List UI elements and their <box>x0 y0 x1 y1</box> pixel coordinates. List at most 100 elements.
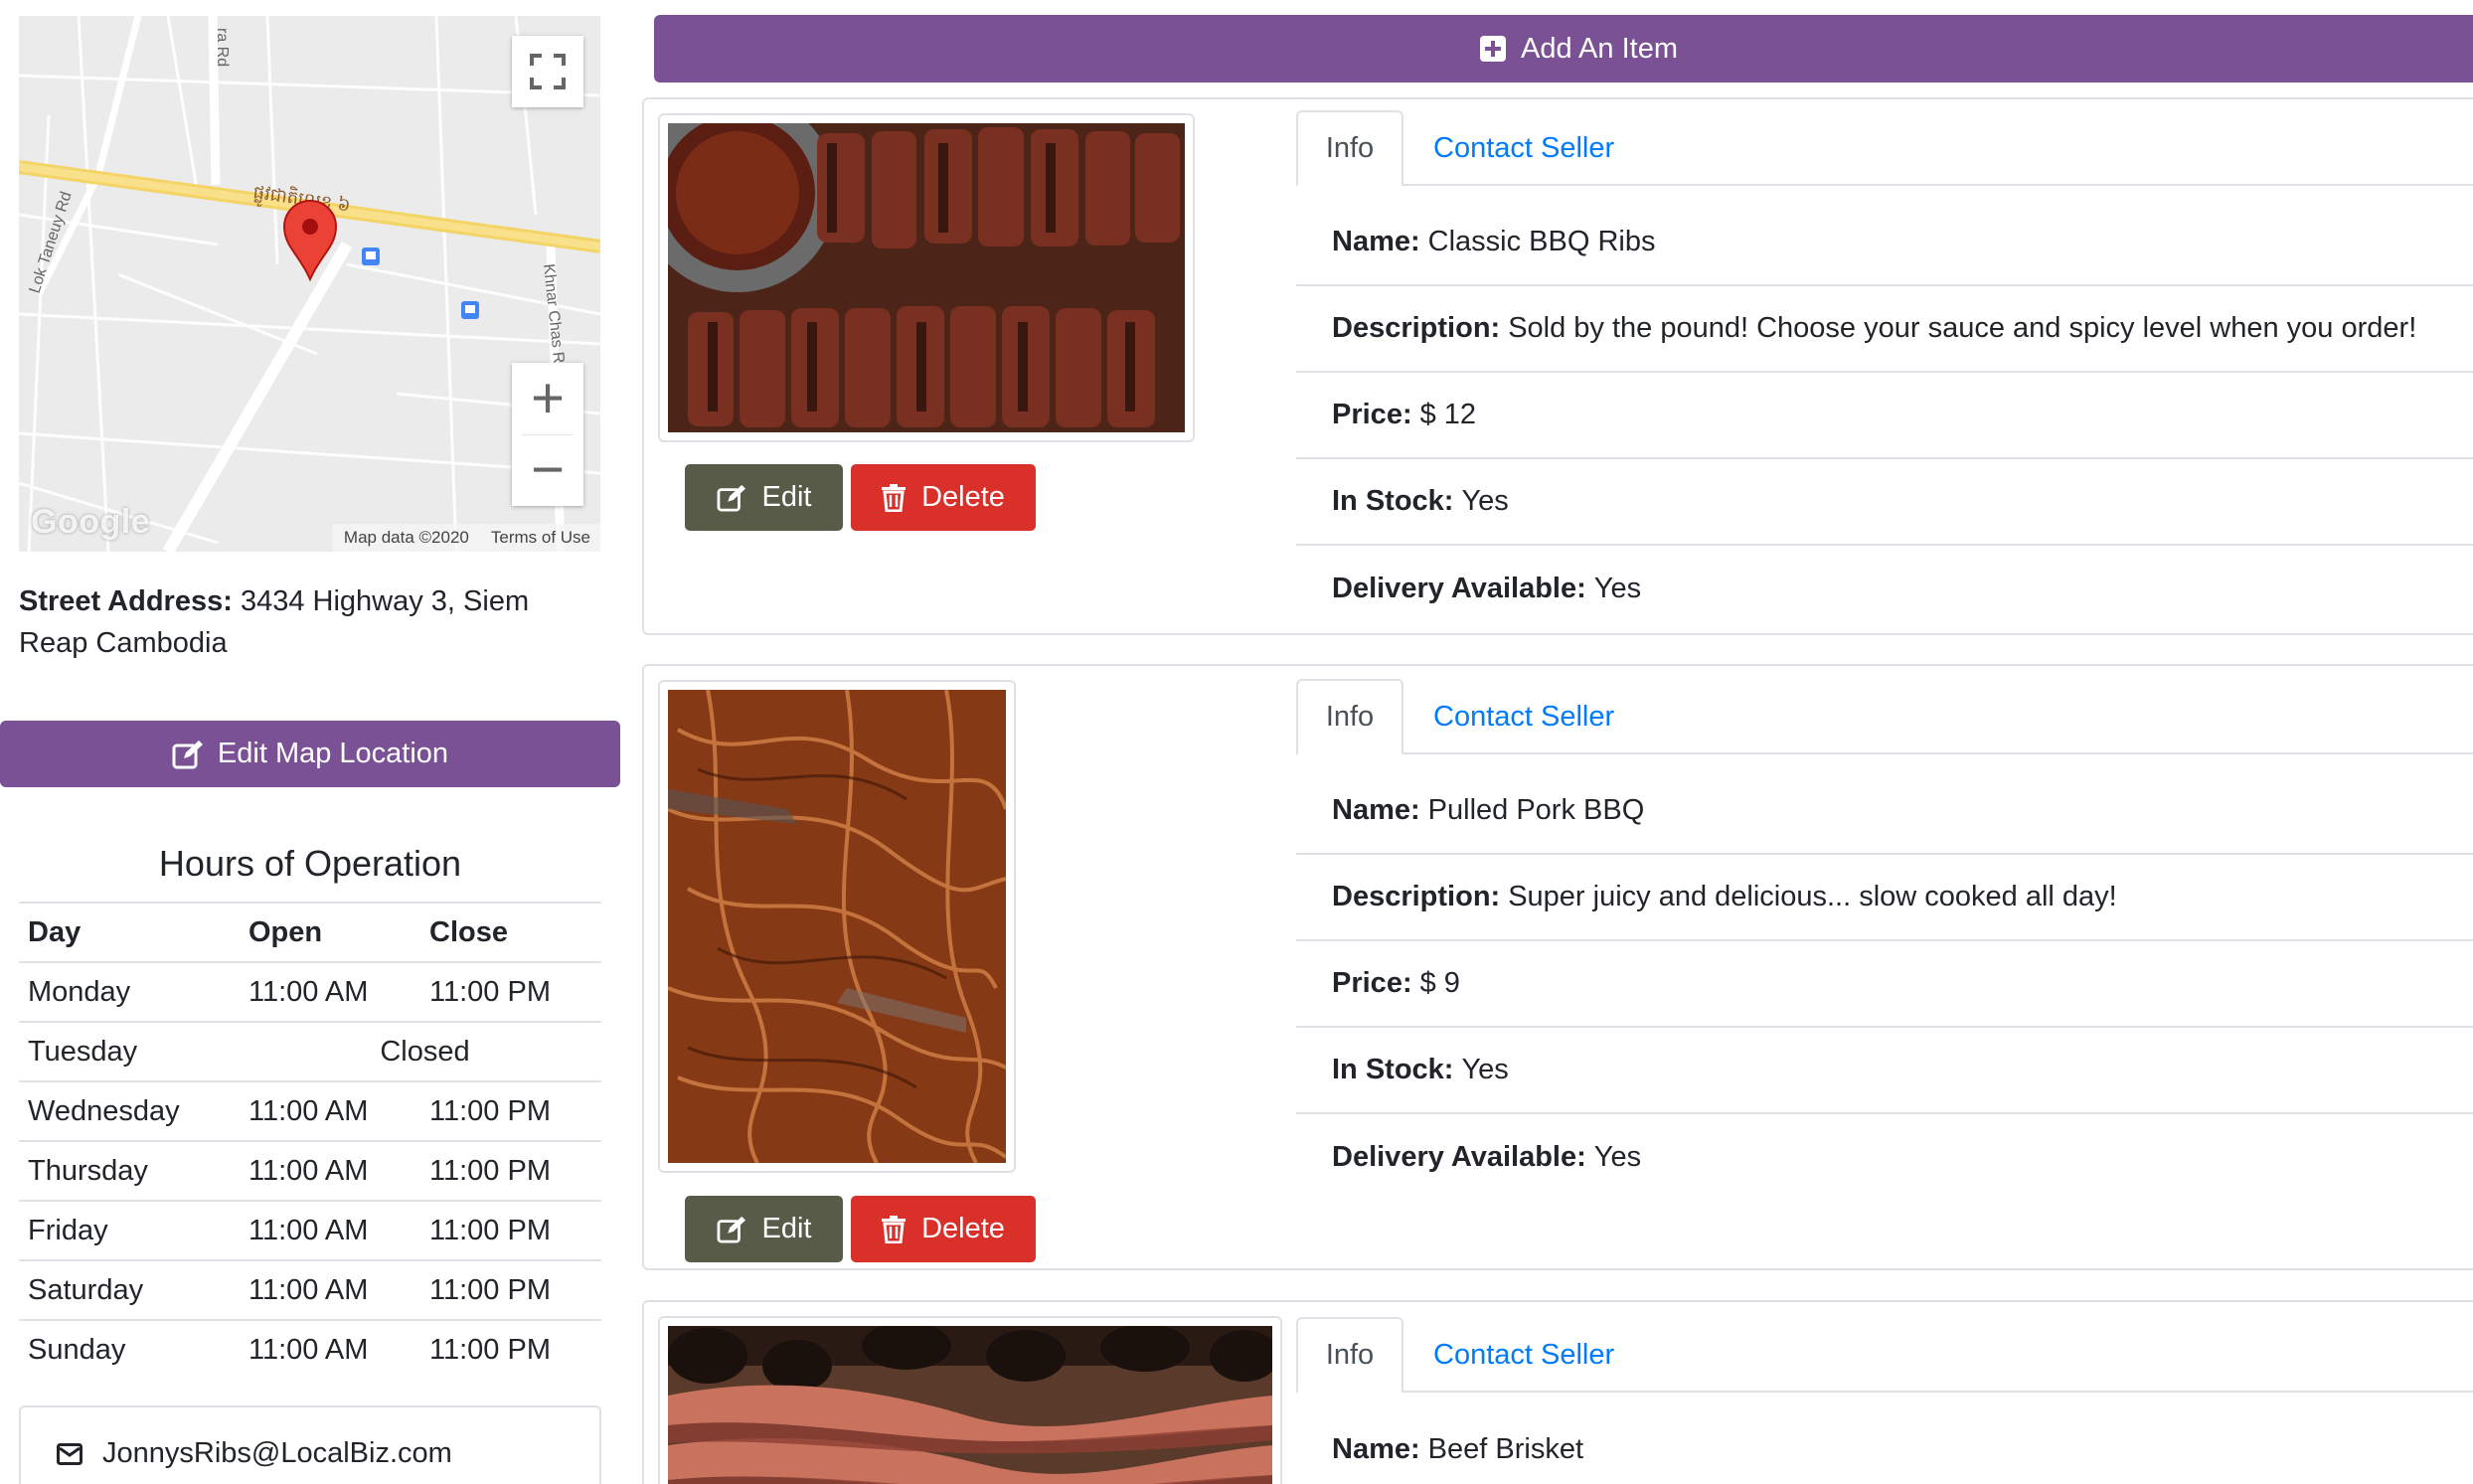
item-name-row: Name: Classic BBQ Ribs <box>1296 200 2473 286</box>
open-cell: 11:00 AM <box>240 1259 420 1320</box>
item-info: Name: Pulled Pork BBQ Description: Super j… <box>1296 768 2473 1201</box>
edit-map-location-label: Edit Map Location <box>217 738 449 769</box>
envelope-icon <box>57 1443 82 1465</box>
map-data-label: Map data ©2020 <box>343 528 469 547</box>
tab-contact-seller[interactable]: Contact Seller <box>1433 1317 1614 1393</box>
bus-stop-icon <box>362 247 380 265</box>
edit-map-location-button[interactable]: Edit Map Location <box>0 721 620 787</box>
item-name: Pulled Pork BBQ <box>1427 794 1645 826</box>
item-in-stock: Yes <box>1461 485 1509 517</box>
google-logo: Google <box>31 503 151 541</box>
edit-item-button[interactable]: Edit <box>685 1196 843 1262</box>
add-item-button[interactable]: Add An Item <box>654 15 2473 82</box>
table-row: Saturday 11:00 AM 11:00 PM <box>19 1259 601 1320</box>
item-tabs: Info Contact Seller <box>1296 1317 2473 1394</box>
open-cell: 11:00 AM <box>240 1140 420 1201</box>
item-price-row: Price: $ 9 <box>1296 941 2473 1028</box>
price-label: Price: <box>1332 399 1412 430</box>
item-info: Name: Beef Brisket <box>1296 1406 2473 1484</box>
day-cell: Thursday <box>19 1140 240 1201</box>
delivery-label: Delivery Available: <box>1332 1141 1586 1173</box>
item-description-row: Description: Super juicy and delicious...… <box>1296 855 2473 941</box>
zoom-controls: + − <box>512 363 583 506</box>
close-cell: 11:00 PM <box>420 1259 601 1320</box>
tab-contact-seller[interactable]: Contact Seller <box>1433 679 1614 754</box>
edit-item-button[interactable]: Edit <box>685 464 843 531</box>
table-row: Thursday 11:00 AM 11:00 PM <box>19 1140 601 1201</box>
day-cell: Tuesday <box>19 1021 240 1081</box>
brisket-image <box>668 1322 1279 1484</box>
day-cell: Monday <box>19 961 240 1022</box>
day-cell: Wednesday <box>19 1080 240 1141</box>
delete-label: Delete <box>921 481 1005 513</box>
delete-item-button[interactable]: Delete <box>851 1196 1036 1262</box>
tab-info[interactable]: Info <box>1296 110 1403 187</box>
terms-link[interactable]: Terms of Use <box>491 528 590 548</box>
email-link[interactable]: JonnysRibs@LocalBiz.com <box>102 1437 452 1470</box>
pulled-pork-image <box>667 689 1008 1164</box>
tab-contact-seller[interactable]: Contact Seller <box>1433 110 1614 186</box>
item-description: Sold by the pound! Choose your sauce and… <box>1508 312 2417 344</box>
street-address-label: Street Address: <box>19 585 233 617</box>
edit-label: Edit <box>761 1213 812 1244</box>
item-in-stock-row: In Stock: Yes <box>1296 1028 2473 1114</box>
name-label: Name: <box>1332 794 1420 826</box>
table-row: Monday 11:00 AM 11:00 PM <box>19 961 601 1022</box>
name-label: Name: <box>1332 1433 1420 1465</box>
add-item-label: Add An Item <box>1521 32 1678 65</box>
item-delivery-row: Delivery Available: Yes <box>1296 1114 2473 1201</box>
item-tabs: Info Contact Seller <box>1296 110 2473 187</box>
open-cell: 11:00 AM <box>240 961 420 1022</box>
map[interactable]: ra Rd Lok Taneuy Rd Khnar Chas R ផ្លូវជា… <box>19 16 600 552</box>
close-cell: 11:00 PM <box>420 1080 601 1141</box>
item-price: $ 12 <box>1419 399 1477 430</box>
item-name-row: Name: Beef Brisket <box>1296 1406 2473 1484</box>
email-card: JonnysRibs@LocalBiz.com <box>19 1405 601 1484</box>
column-header-day: Day <box>19 902 240 962</box>
close-cell: 11:00 PM <box>420 1200 601 1260</box>
item-name: Beef Brisket <box>1427 1433 1583 1465</box>
plus-square-icon <box>1480 36 1506 62</box>
trash-icon <box>882 1215 907 1243</box>
item-description: Super juicy and delicious... slow cooked… <box>1508 881 2117 912</box>
tab-info[interactable]: Info <box>1296 679 1403 755</box>
price-label: Price: <box>1332 967 1412 999</box>
tab-info[interactable]: Info <box>1296 1317 1403 1394</box>
item-delivery: Yes <box>1593 573 1642 604</box>
item-tabs: Info Contact Seller <box>1296 679 2473 755</box>
table-row: Wednesday 11:00 AM 11:00 PM <box>19 1080 601 1141</box>
zoom-out-button[interactable]: − <box>512 435 583 507</box>
open-cell: 11:00 AM <box>240 1319 420 1380</box>
description-label: Description: <box>1332 881 1501 912</box>
table-row: Sunday 11:00 AM 11:00 PM <box>19 1319 601 1380</box>
closed-cell: Closed <box>240 1021 601 1081</box>
road-label: ra Rd <box>214 28 231 67</box>
zoom-in-button[interactable]: + <box>512 363 583 434</box>
delivery-label: Delivery Available: <box>1332 573 1586 604</box>
item-delivery-row: Delivery Available: Yes <box>1296 546 2473 632</box>
name-label: Name: <box>1332 226 1420 257</box>
map-attribution: Map data ©2020 Terms of Use <box>331 524 600 552</box>
item-name: Classic BBQ Ribs <box>1427 226 1656 257</box>
table-header-row: Day Open Close <box>19 902 601 962</box>
edit-icon <box>717 484 745 512</box>
column-header-open: Open <box>240 902 420 962</box>
item-image-frame <box>658 1316 1282 1484</box>
edit-icon <box>717 1216 745 1243</box>
open-cell: 11:00 AM <box>240 1200 420 1260</box>
hours-title: Hours of Operation <box>158 843 462 884</box>
delete-item-button[interactable]: Delete <box>851 464 1036 531</box>
close-cell: 11:00 PM <box>420 961 601 1022</box>
item-price-row: Price: $ 12 <box>1296 373 2473 459</box>
fullscreen-button[interactable] <box>512 36 583 107</box>
item-delivery: Yes <box>1593 1141 1642 1173</box>
ribs-image <box>638 93 1185 432</box>
item-image-frame <box>638 93 1195 442</box>
trash-icon <box>882 483 907 512</box>
edit-icon <box>172 740 203 768</box>
day-cell: Saturday <box>19 1259 240 1320</box>
street-address: Street Address: 3434 Highway 3, Siem Rea… <box>19 580 595 664</box>
item-image-frame <box>658 680 1016 1173</box>
item-in-stock-row: In Stock: Yes <box>1296 459 2473 546</box>
delete-label: Delete <box>921 1213 1005 1244</box>
